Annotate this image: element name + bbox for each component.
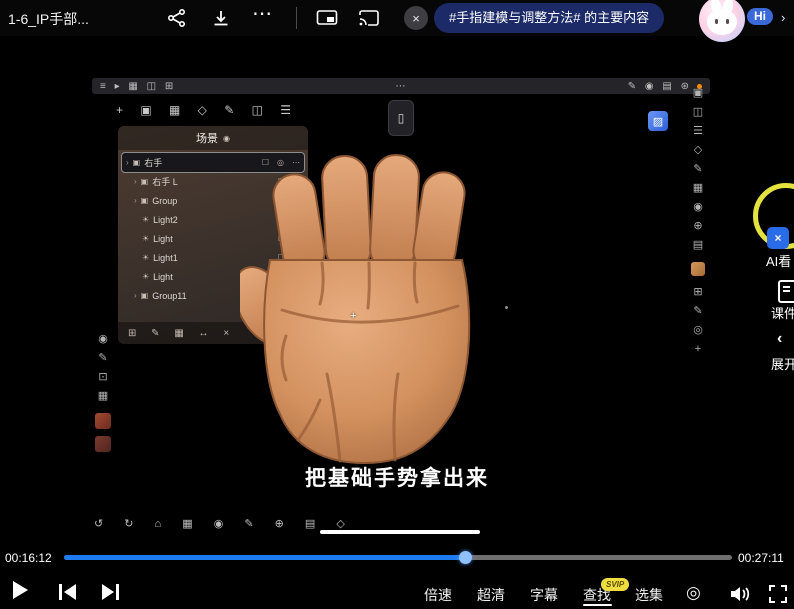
courseware-icon-lines (783, 286, 790, 288)
assistant-greeting-bubble[interactable]: Hi (747, 8, 773, 25)
play-button[interactable] (13, 581, 28, 599)
progress-handle[interactable] (459, 551, 472, 564)
image-app-icon[interactable]: ▨ (648, 111, 668, 131)
expand-chevron-icon[interactable]: ‹ (777, 330, 782, 348)
app-toolbar-left-icons[interactable]: ≡ ▸ ▦ ◫ ⊞ (100, 81, 176, 92)
ai-watch-label[interactable]: AI看 (766, 251, 791, 270)
object-icon: ▣ (141, 196, 149, 205)
more-menu-icon[interactable]: ⋯ (252, 1, 272, 26)
light-icon: ☀ (142, 215, 149, 224)
total-duration: 00:27:11 (738, 551, 784, 565)
color-swatch[interactable] (95, 413, 111, 429)
record-settings-icon[interactable]: ◎ (686, 583, 701, 603)
find-active-underline (583, 604, 612, 606)
material-swatch[interactable] (691, 262, 705, 276)
light-icon: ☀ (142, 253, 149, 262)
disclosure-icon[interactable]: › (134, 196, 137, 205)
right-strip-icons[interactable]: ▣ ◫ ☰ ◇ ✎ ▦ ◉ ⊕ ▤ (693, 84, 703, 255)
scene-row-label: 右手 (144, 156, 254, 169)
disclosure-icon[interactable]: › (134, 177, 137, 186)
disclosure-icon[interactable]: › (126, 158, 129, 167)
cast-screen-icon[interactable] (358, 8, 380, 28)
avatar-eye (726, 19, 729, 24)
light-icon: ☀ (142, 272, 149, 281)
color-swatch[interactable] (95, 436, 111, 452)
courseware-label[interactable]: 课件 (771, 303, 794, 322)
chevron-right-icon[interactable]: › (781, 10, 785, 25)
right-strip-icons[interactable]: ⊞ ✎ ◎ + (693, 283, 703, 359)
app-right-tool-strip: ▣ ◫ ☰ ◇ ✎ ▦ ◉ ⊕ ▤ ⊞ ✎ ◎ + (688, 84, 708, 359)
app-cursor: + (350, 310, 356, 322)
volume-icon[interactable] (729, 585, 751, 608)
scene-panel-header: 场景 ◉ (118, 126, 308, 150)
phone-mirror-icon[interactable]: ▯ (388, 100, 414, 136)
expand-label[interactable]: 展开 (771, 354, 794, 373)
topic-pill[interactable]: #手指建模与调整方法# 的主要内容 (434, 3, 664, 33)
light-icon: ☀ (142, 234, 149, 243)
hand-3d-model[interactable] (240, 148, 490, 468)
app-tool-row-icons[interactable]: + ▣ ▦ ◇ ✎ ◫ ☰ (116, 100, 298, 120)
episodes-button[interactable]: 选集 (635, 585, 663, 605)
quality-button[interactable]: 超清 (477, 585, 505, 605)
next-episode-button[interactable] (99, 582, 121, 607)
progress-bar[interactable] (64, 555, 732, 560)
scene-info-icon[interactable]: ◉ (223, 134, 230, 143)
disclosure-icon[interactable]: › (134, 291, 137, 300)
app-left-tool-strip: ◉ ✎ ⊡ ▦ (94, 330, 112, 452)
close-icon[interactable]: × (404, 6, 428, 30)
avatar-face (707, 9, 737, 35)
progress-fill (64, 555, 465, 560)
object-icon: ▣ (133, 158, 141, 167)
subtitles-button[interactable]: 字幕 (530, 585, 558, 605)
app-top-toolbar: ≡ ▸ ▦ ◫ ⊞ ⋯ ✎ ◉ ▤ ⊛ (92, 78, 710, 94)
scene-title: 场景 (196, 130, 218, 146)
svip-badge: SVIP (601, 578, 629, 591)
object-icon: ▣ (141, 177, 149, 186)
assistant-avatar[interactable] (699, 0, 745, 42)
app-toolbar-right-icons[interactable]: ✎ ◉ ▤ ⊛ (628, 81, 692, 92)
previous-episode-button[interactable] (57, 582, 79, 607)
object-icon: ▣ (141, 291, 149, 300)
viewport-speck (505, 306, 508, 309)
fullscreen-icon[interactable] (768, 584, 788, 609)
video-player-window: 1-6_IP手部... ⋯ × #手指建模与调整方法# 的主要内容 Hi › (0, 0, 794, 609)
app-toolbar-center-handle-icon[interactable]: ⋯ (395, 81, 408, 92)
ai-assistant-icon[interactable]: × (767, 227, 789, 249)
picture-in-picture-icon[interactable] (316, 8, 338, 28)
current-time: 00:16:12 (5, 551, 52, 565)
share-icon[interactable] (166, 8, 188, 28)
inner-progress-line[interactable] (320, 530, 480, 534)
avatar-eye (715, 19, 718, 24)
courseware-icon[interactable] (778, 280, 794, 303)
download-icon[interactable] (210, 8, 232, 28)
video-title: 1-6_IP手部... (8, 9, 89, 29)
playback-speed-button[interactable]: 倍速 (424, 585, 452, 605)
left-strip-icons[interactable]: ◉ ✎ ⊡ ▦ (98, 330, 108, 406)
divider (296, 7, 297, 29)
video-subtitle: 把基础手势拿出来 (0, 462, 794, 492)
top-bar: 1-6_IP手部... ⋯ × #手指建模与调整方法# 的主要内容 Hi › (0, 0, 794, 36)
app-bottom-tool-strip[interactable]: ↺ ↻ ⌂ ▦ ◉ ✎ ⊕ ▤ ◇ (94, 517, 354, 530)
